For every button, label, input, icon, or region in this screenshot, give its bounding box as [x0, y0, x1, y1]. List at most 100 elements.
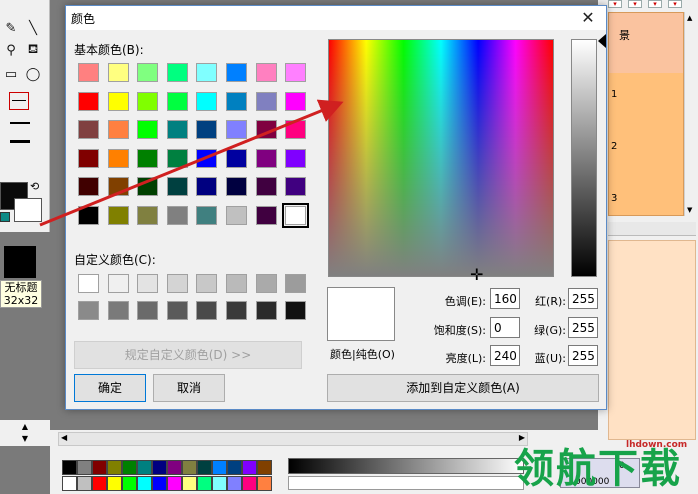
gradient-bar[interactable] — [288, 458, 524, 474]
palette-color-swatch[interactable] — [137, 460, 152, 475]
palette-color-swatch[interactable] — [167, 460, 182, 475]
layer-action-icon[interactable]: ▾ — [608, 0, 622, 8]
basic-color-swatch[interactable] — [255, 177, 277, 197]
scroll-left-icon[interactable]: ◀ — [61, 433, 67, 442]
custom-color-swatch[interactable] — [196, 274, 218, 293]
basic-color-swatch[interactable] — [137, 63, 159, 82]
custom-color-swatch[interactable] — [225, 301, 247, 320]
basic-color-swatch[interactable] — [78, 148, 99, 168]
basic-color-swatch[interactable] — [255, 205, 277, 225]
ellipse-tool-icon[interactable]: ◯ — [22, 64, 44, 84]
luminance-input[interactable] — [490, 345, 520, 366]
basic-color-swatch[interactable] — [196, 63, 218, 82]
saturation-input[interactable] — [490, 317, 520, 338]
basic-color-swatch[interactable] — [137, 148, 159, 168]
custom-color-swatch[interactable] — [137, 301, 159, 320]
crosshair-icon[interactable]: ✛ — [470, 267, 483, 283]
basic-color-swatch[interactable] — [282, 202, 310, 228]
scroll-down-icon[interactable]: ▼ — [0, 432, 50, 446]
palette-color-swatch[interactable] — [107, 476, 122, 491]
custom-color-swatch[interactable] — [255, 301, 277, 320]
palette-color-swatch[interactable] — [152, 476, 167, 491]
basic-color-swatch[interactable] — [255, 63, 277, 82]
basic-color-swatch[interactable] — [225, 120, 247, 140]
palette-color-swatch[interactable] — [242, 476, 257, 491]
palette-color-swatch[interactable] — [197, 476, 212, 491]
basic-color-swatch[interactable] — [285, 177, 307, 197]
basic-color-swatch[interactable] — [137, 120, 159, 140]
custom-color-swatch[interactable] — [107, 301, 129, 320]
palette-color-swatch[interactable] — [62, 476, 77, 491]
palette-color-swatch[interactable] — [182, 476, 197, 491]
custom-color-swatch[interactable] — [166, 274, 188, 293]
layer-action-icon[interactable]: ▾ — [668, 0, 682, 8]
color-spectrum[interactable] — [328, 39, 554, 277]
line-tool-icon[interactable]: ╲ — [22, 18, 44, 38]
palette-color-swatch[interactable] — [152, 460, 167, 475]
palette-color-swatch[interactable] — [167, 476, 182, 491]
pencil-tool-icon[interactable]: ✎ — [0, 18, 22, 38]
stroke-width-2[interactable] — [10, 122, 30, 124]
custom-color-swatch[interactable] — [255, 274, 277, 293]
palette-color-swatch[interactable] — [92, 460, 107, 475]
basic-color-swatch[interactable] — [225, 205, 247, 225]
basic-color-swatch[interactable] — [225, 63, 247, 82]
palette-color-swatch[interactable] — [212, 460, 227, 475]
basic-color-swatch[interactable] — [107, 177, 129, 197]
palette-color-swatch[interactable] — [197, 460, 212, 475]
blue-input[interactable] — [568, 345, 598, 366]
basic-color-swatch[interactable] — [78, 63, 99, 82]
mini-color-swatch[interactable] — [0, 212, 10, 222]
custom-color-swatch[interactable] — [196, 301, 218, 320]
layer-row[interactable]: 1 — [609, 85, 685, 107]
fill-tool-icon[interactable]: ⛾ — [22, 40, 44, 60]
layer-action-icon[interactable]: ▾ — [628, 0, 642, 8]
palette-color-swatch[interactable] — [182, 460, 197, 475]
custom-color-swatch[interactable] — [285, 301, 307, 320]
background-color[interactable] — [14, 198, 42, 222]
define-custom-colors-button[interactable]: 规定自定义颜色(D) >> — [74, 341, 302, 369]
basic-color-swatch[interactable] — [196, 205, 218, 225]
basic-color-swatch[interactable] — [196, 148, 218, 168]
palette-color-swatch[interactable] — [77, 476, 92, 491]
basic-color-swatch[interactable] — [107, 120, 129, 140]
palette-color-swatch[interactable] — [212, 476, 227, 491]
palette-color-swatch[interactable] — [62, 460, 77, 475]
basic-color-swatch[interactable] — [196, 120, 218, 140]
basic-color-swatch[interactable] — [78, 120, 99, 140]
basic-color-swatch[interactable] — [107, 205, 129, 225]
basic-color-swatch[interactable] — [196, 177, 218, 197]
basic-color-swatch[interactable] — [107, 91, 129, 111]
cancel-button[interactable]: 取消 — [153, 374, 225, 402]
thumbnail-image[interactable] — [4, 246, 36, 278]
color-picker-tool-icon[interactable]: ⚲ — [0, 40, 22, 60]
hue-input[interactable] — [490, 288, 520, 309]
gradient-bar-secondary[interactable] — [288, 476, 524, 490]
palette-color-swatch[interactable] — [227, 460, 242, 475]
custom-color-swatch[interactable] — [107, 274, 129, 293]
basic-color-swatch[interactable] — [107, 148, 129, 168]
add-to-custom-colors-button[interactable]: 添加到自定义颜色(A) — [327, 374, 599, 402]
green-input[interactable] — [568, 317, 598, 338]
basic-color-swatch[interactable] — [196, 91, 218, 111]
palette-color-swatch[interactable] — [122, 460, 137, 475]
palette-color-swatch[interactable] — [242, 460, 257, 475]
custom-color-swatch[interactable] — [166, 301, 188, 320]
palette-color-swatch[interactable] — [227, 476, 242, 491]
basic-color-swatch[interactable] — [166, 120, 188, 140]
basic-color-swatch[interactable] — [225, 91, 247, 111]
basic-color-swatch[interactable] — [166, 177, 188, 197]
basic-color-swatch[interactable] — [255, 91, 277, 111]
red-input[interactable] — [568, 288, 598, 309]
ok-button[interactable]: 确定 — [74, 374, 146, 402]
lower-scrollbar[interactable] — [608, 222, 696, 236]
layer-row[interactable]: 2 — [609, 137, 685, 159]
palette-color-swatch[interactable] — [122, 476, 137, 491]
luminance-slider[interactable] — [571, 39, 597, 277]
palette-color-swatch[interactable] — [92, 476, 107, 491]
close-icon[interactable]: ✕ — [578, 8, 598, 28]
custom-color-swatch[interactable] — [285, 274, 307, 293]
basic-color-swatch[interactable] — [166, 91, 188, 111]
layer-action-icon[interactable]: ▾ — [648, 0, 662, 8]
basic-color-swatch[interactable] — [285, 63, 307, 82]
